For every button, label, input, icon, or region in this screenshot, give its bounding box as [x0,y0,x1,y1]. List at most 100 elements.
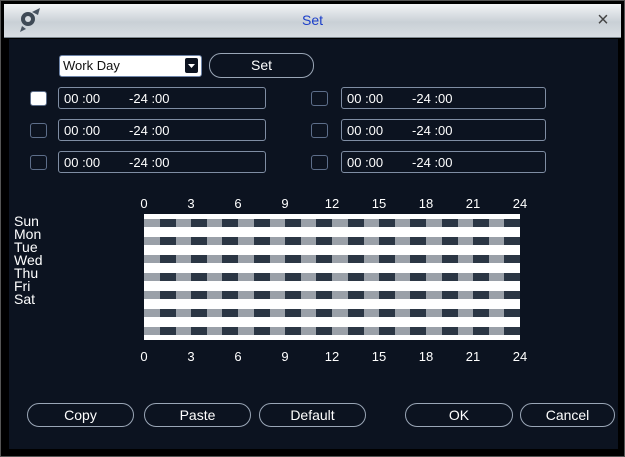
schedule-notch [160,309,176,317]
copy-button[interactable]: Copy [27,403,134,427]
hour-tick-top-21: 21 [465,196,481,211]
schedule-notch [160,291,176,299]
schedule-notch [191,219,207,227]
schedule-notch [473,255,489,263]
schedule-notch [348,237,364,245]
schedule-notch [504,219,520,227]
schedule-notch [222,291,238,299]
ok-button[interactable]: OK [405,403,513,427]
schedule-row-wed[interactable] [144,268,520,286]
schedule-notch [254,309,270,317]
schedule-notch [410,255,426,263]
hour-tick-bottom-12: 12 [324,349,340,364]
hour-tick-top-6: 6 [234,196,242,211]
schedule-notch [254,291,270,299]
mode-select-value: Work Day [63,58,120,73]
schedule-notch [254,273,270,281]
schedule-notch [222,219,238,227]
schedule-notch [191,327,207,335]
schedule-row-sun[interactable] [144,214,520,232]
period-4-time-field[interactable]: 00 :00 -24 :00 [341,87,546,109]
period-6-time-field[interactable]: 00 :00 -24 :00 [341,151,546,173]
period-1-time-field[interactable]: 00 :00 -24 :00 [58,87,266,109]
hour-tick-top-15: 15 [371,196,387,211]
schedule-notch [473,309,489,317]
schedule-notch [348,327,364,335]
period-1-checkbox[interactable] [30,91,47,106]
schedule-notch [379,273,395,281]
schedule-notch [160,255,176,263]
schedule-notch [285,219,301,227]
schedule-notch [254,327,270,335]
schedule-notch [316,327,332,335]
schedule-notch [160,273,176,281]
period-6-time: 00 :00 -24 :00 [347,155,453,170]
default-button[interactable]: Default [259,403,366,427]
schedule-notch [442,237,458,245]
schedule-row-thu[interactable] [144,286,520,304]
hour-tick-top-0: 0 [140,196,148,211]
hour-tick-top-12: 12 [324,196,340,211]
paste-button[interactable]: Paste [144,403,251,427]
schedule-notch [285,273,301,281]
dropdown-arrow-icon[interactable] [185,58,198,73]
schedule-notch [410,219,426,227]
schedule-notch [379,237,395,245]
hour-tick-bottom-3: 3 [187,349,195,364]
schedule-notch [473,273,489,281]
schedule-notch [316,273,332,281]
schedule-notch [160,219,176,227]
schedule-notch [222,255,238,263]
hour-tick-bottom-0: 0 [140,349,148,364]
schedule-notch [410,309,426,317]
period-3-time-field[interactable]: 00 :00 -24 :00 [58,151,266,173]
schedule-notch [222,309,238,317]
period-5-time-field[interactable]: 00 :00 -24 :00 [341,119,546,141]
hour-tick-bottom-18: 18 [418,349,434,364]
schedule-notch [442,291,458,299]
period-4-checkbox[interactable] [311,91,328,106]
mode-select[interactable]: Work Day [59,55,202,77]
hour-tick-bottom-21: 21 [465,349,481,364]
hour-tick-bottom-6: 6 [234,349,242,364]
schedule-notch [348,219,364,227]
set-button[interactable]: Set [209,53,314,78]
schedule-notch [504,255,520,263]
hour-tick-bottom-24: 24 [512,349,528,364]
period-3-time: 00 :00 -24 :00 [64,155,170,170]
schedule-notch [285,327,301,335]
schedule-notch [379,255,395,263]
schedule-notch [473,291,489,299]
schedule-notch [222,273,238,281]
schedule-row-sat[interactable] [144,322,520,340]
period-2-checkbox[interactable] [30,123,47,138]
schedule-row-mon[interactable] [144,232,520,250]
schedule-notch [410,273,426,281]
schedule-notch [222,327,238,335]
schedule-notch [191,291,207,299]
period-6-checkbox[interactable] [311,155,328,170]
schedule-notch [348,273,364,281]
schedule-grid[interactable] [144,214,520,340]
period-2-time-field[interactable]: 00 :00 -24 :00 [58,119,266,141]
schedule-notch [379,219,395,227]
close-icon[interactable]: × [591,8,615,32]
schedule-notch [348,309,364,317]
schedule-row-fri[interactable] [144,304,520,322]
schedule-notch [504,327,520,335]
schedule-notch [379,327,395,335]
schedule-notch [316,291,332,299]
schedule-notch [222,237,238,245]
schedule-notch [316,309,332,317]
schedule-notch [473,237,489,245]
period-5-checkbox[interactable] [311,123,328,138]
schedule-notch [348,255,364,263]
schedule-row-tue[interactable] [144,250,520,268]
cancel-button[interactable]: Cancel [520,403,615,427]
schedule-notch [191,255,207,263]
hour-tick-top-3: 3 [187,196,195,211]
period-3-checkbox[interactable] [30,155,47,170]
schedule-notch [348,291,364,299]
schedule-notch [442,309,458,317]
schedule-notch [504,237,520,245]
